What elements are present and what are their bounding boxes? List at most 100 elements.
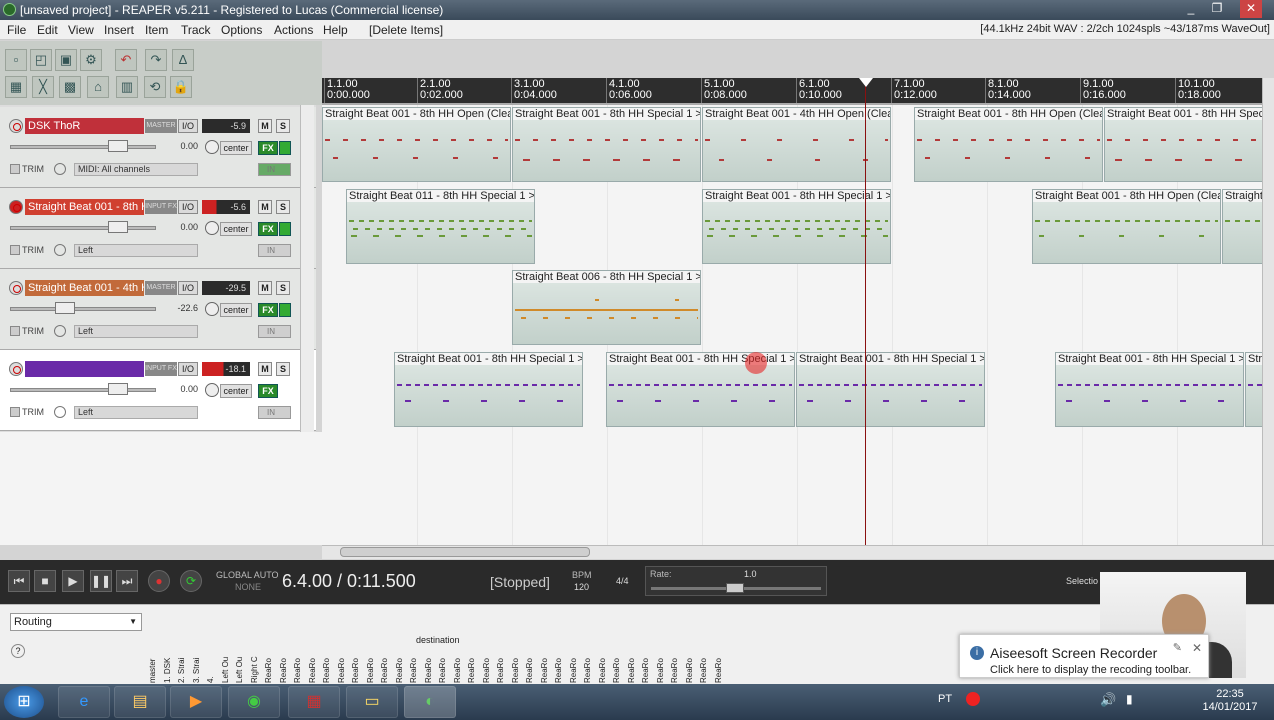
grid-icon[interactable]: ▦ — [5, 76, 27, 98]
vu-meter[interactable]: -5.6 — [202, 200, 250, 214]
mute-button[interactable]: M — [258, 200, 272, 214]
trim-button[interactable] — [10, 245, 20, 255]
menu-edit[interactable]: Edit — [37, 23, 58, 37]
midi-item[interactable]: Straight Beat 001 - 8th HH Special 1 >P.… — [512, 107, 701, 182]
midi-item[interactable]: Straight Beat 001 - 8th HH Special 1 >P.… — [394, 352, 583, 427]
midi-item[interactable]: Straight Beat 001 - 8th HH Open (Clean).… — [322, 107, 511, 182]
menu-help[interactable]: Help — [323, 23, 348, 37]
mute-button[interactable]: M — [258, 119, 272, 133]
midi-item[interactable]: Straight Beat 001 - 8th HH Open (Clean).… — [914, 107, 1103, 182]
chevron-down-icon[interactable]: ▼ — [129, 614, 137, 630]
folder-icon[interactable]: ▭ — [346, 686, 398, 718]
menu-item[interactable]: Item — [145, 23, 168, 37]
close-button[interactable]: ✕ — [1240, 0, 1262, 18]
item-grouping-icon[interactable]: ▩ — [59, 76, 81, 98]
vu-meter[interactable]: -18.1 — [202, 362, 250, 376]
fx-button[interactable]: FX — [258, 384, 278, 398]
network-icon[interactable]: ▮ — [1126, 692, 1133, 706]
monitor-icon[interactable] — [54, 163, 66, 175]
track-2[interactable]: Straight Beat 001 - 8th H INPUT FX I/O -… — [0, 188, 316, 269]
record-icon[interactable]: ● — [148, 570, 170, 592]
repeat-icon[interactable]: ⟳ — [180, 570, 202, 592]
project-settings-icon[interactable]: ⚙ — [80, 49, 102, 71]
pan-value[interactable]: center — [220, 303, 252, 317]
menu-track[interactable]: Track — [181, 23, 211, 37]
time-signature[interactable]: 4/4 — [616, 576, 629, 586]
file-explorer-icon[interactable]: ▤ — [114, 686, 166, 718]
monitor-icon[interactable] — [54, 325, 66, 337]
vu-meter[interactable]: -29.5 — [202, 281, 250, 295]
timeline-ruler[interactable]: 1.1.00 0:00.000 2.1.00 0:02.000 3.1.00 0… — [322, 78, 1262, 103]
volume-fader[interactable] — [10, 226, 156, 230]
redo-icon[interactable]: ↷ — [145, 49, 167, 71]
midi-item[interactable]: Straight Beat 001 - 8th HH Special 1 >P.… — [702, 189, 891, 264]
position-display[interactable]: 6.4.00 / 0:11.500 — [282, 571, 416, 592]
volume-fader[interactable] — [10, 307, 156, 311]
pan-value[interactable]: center — [220, 384, 252, 398]
winrar-icon[interactable]: ▦ — [288, 686, 340, 718]
input-select[interactable]: Left — [74, 325, 198, 338]
midi-item[interactable]: Straight Beat 011 - 8th HH Special 1 >P.… — [346, 189, 535, 264]
loop-icon[interactable]: ⟲ — [144, 76, 166, 98]
scroll-thumb[interactable] — [340, 547, 590, 557]
mute-button[interactable]: M — [258, 281, 272, 295]
track-name[interactable]: DSK ThoR — [25, 118, 144, 134]
tcp-empty-area[interactable] — [0, 432, 322, 545]
volume-fader-knob[interactable] — [108, 140, 128, 152]
volume-fader[interactable] — [10, 145, 156, 149]
io-button[interactable]: I/O — [178, 362, 198, 376]
input-monitor-button[interactable]: IN — [258, 406, 291, 419]
pan-knob[interactable] — [205, 383, 219, 397]
maximize-button[interactable]: ❐ — [1206, 0, 1228, 18]
midi-item[interactable]: Straight Beat 001 - 8th HH Open (Clean).… — [1032, 189, 1221, 264]
midi-item[interactable]: Straight Beat 001 - 8th HH Special 1 >P — [1104, 107, 1262, 182]
go-to-start-icon[interactable]: ⏮ — [8, 570, 30, 592]
io-button[interactable]: I/O — [178, 200, 198, 214]
vu-meter[interactable]: -5.9 — [202, 119, 250, 133]
tcp-scrollbar[interactable] — [300, 105, 314, 432]
notification-subtitle[interactable]: Click here to display the recoding toolb… — [990, 664, 1191, 676]
input-monitor-button[interactable]: IN — [258, 325, 291, 338]
arrange-vertical-scrollbar[interactable] — [1262, 78, 1274, 545]
undo-icon[interactable]: ↶ — [115, 49, 137, 71]
volume-fader-knob[interactable] — [108, 383, 128, 395]
io-button[interactable]: I/O — [178, 281, 198, 295]
recorder-notification[interactable]: i Aiseesoft Screen Recorder Click here t… — [959, 634, 1209, 678]
fx-bypass-button[interactable] — [279, 222, 291, 236]
solo-button[interactable]: S — [276, 119, 290, 133]
volume-fader-knob[interactable] — [108, 221, 128, 233]
track-3[interactable]: Straight Beat 001 - 4th H MASTER I/O -29… — [0, 269, 316, 350]
midi-item[interactable]: Straight Beat 001 - 4th HH Open (Clean).… — [702, 107, 891, 182]
trim-button[interactable] — [10, 164, 20, 174]
start-button[interactable]: ⊞ — [4, 686, 44, 718]
midi-item[interactable]: Straight Beat 001 - — [1222, 189, 1262, 264]
track-name[interactable] — [25, 361, 144, 377]
fx-button[interactable]: FX — [258, 141, 278, 155]
help-icon[interactable]: ? — [11, 644, 25, 658]
fx-button[interactable]: FX — [258, 222, 278, 236]
record-arm-button[interactable] — [9, 362, 23, 376]
open-project-icon[interactable]: ◰ — [30, 49, 52, 71]
input-select[interactable]: MIDI: All channels — [74, 163, 198, 176]
midi-item[interactable]: Straight Beat 001 - 8th HH Special 1 >P.… — [1055, 352, 1244, 427]
play-icon[interactable]: ▶ — [62, 570, 84, 592]
rate-slider-knob[interactable] — [726, 583, 744, 593]
pan-value[interactable]: center — [220, 141, 252, 155]
record-arm-button[interactable] — [9, 281, 23, 295]
solo-button[interactable]: S — [276, 281, 290, 295]
trim-button[interactable] — [10, 326, 20, 336]
metronome-icon[interactable]: Δ — [172, 49, 194, 71]
trim-button[interactable] — [10, 407, 20, 417]
menu-insert[interactable]: Insert — [104, 23, 134, 37]
route-badge[interactable]: MASTER — [145, 119, 177, 133]
monitor-icon[interactable] — [54, 244, 66, 256]
track-name[interactable]: Straight Beat 001 - 8th H — [25, 199, 144, 215]
midi-item[interactable]: Stra — [1245, 352, 1262, 427]
edit-cursor-marker-icon[interactable] — [859, 78, 873, 87]
menu-view[interactable]: View — [68, 23, 94, 37]
menu-file[interactable]: File — [7, 23, 26, 37]
pan-knob[interactable] — [205, 302, 219, 316]
fx-button[interactable]: FX — [258, 303, 278, 317]
media-player-icon[interactable]: ▶ — [170, 686, 222, 718]
pan-knob[interactable] — [205, 140, 219, 154]
